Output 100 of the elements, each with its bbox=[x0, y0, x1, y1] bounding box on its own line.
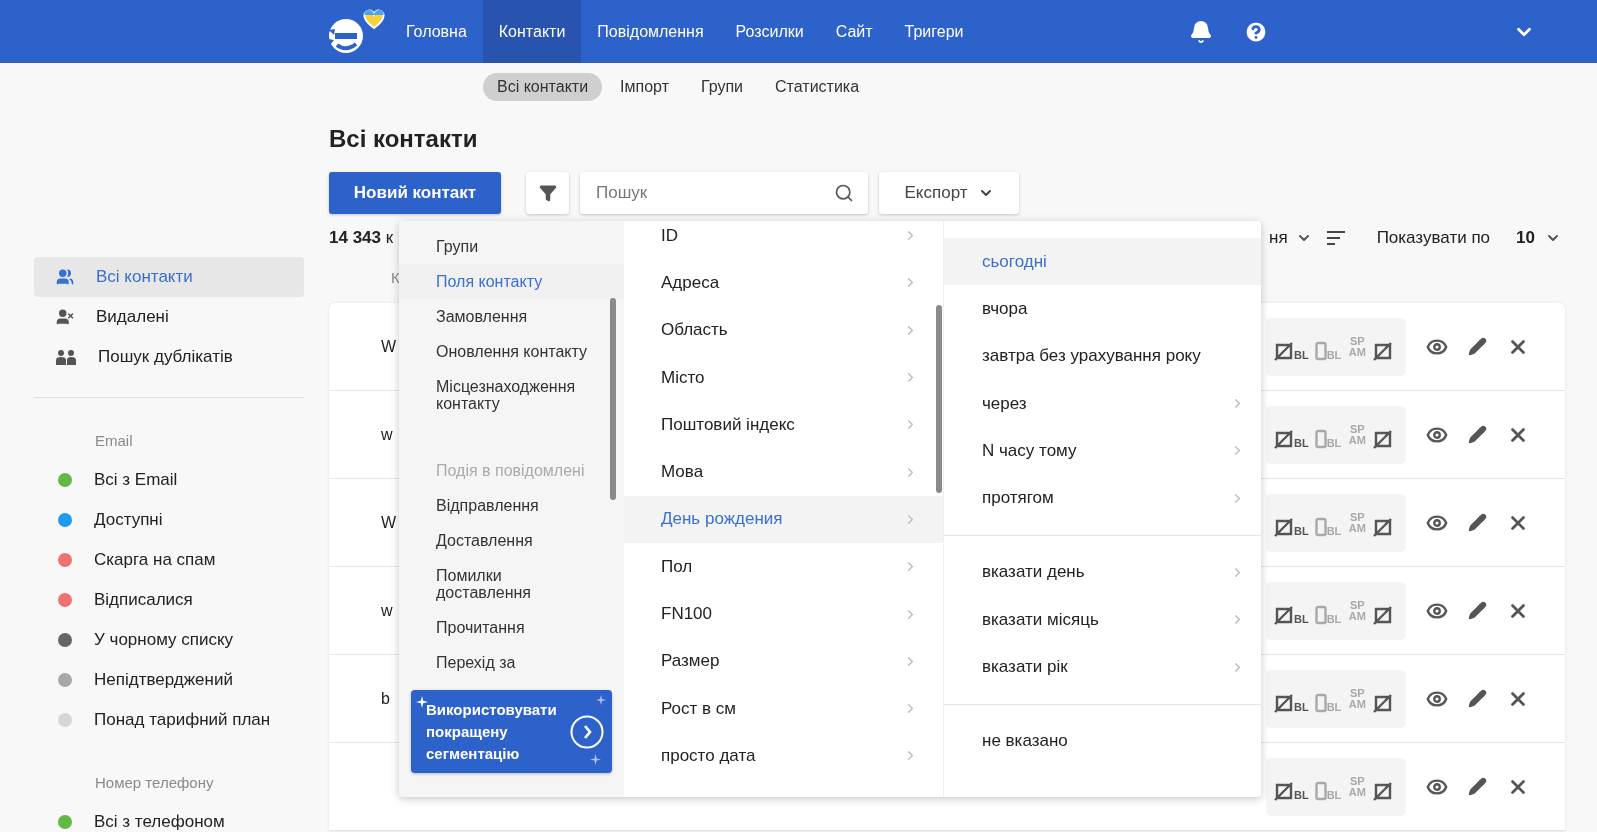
filter-icon bbox=[538, 184, 557, 202]
phone-icon bbox=[1314, 780, 1327, 801]
email-blacklist-toggle[interactable]: BL bbox=[1274, 684, 1309, 713]
field-item[interactable]: ID bbox=[624, 221, 943, 260]
category-item[interactable]: Помилки доставлення bbox=[399, 558, 624, 610]
column-header: К bbox=[391, 268, 400, 286]
subnav-tab[interactable]: Групи bbox=[686, 72, 758, 101]
edit-button[interactable] bbox=[1468, 689, 1487, 708]
table-cell: W bbox=[381, 337, 397, 356]
field-item[interactable]: Поштовий індекс bbox=[624, 401, 943, 449]
option-item[interactable]: протягом bbox=[944, 474, 1261, 522]
pencil-icon bbox=[1468, 513, 1487, 532]
email-blacklist-toggle[interactable]: BL bbox=[1274, 596, 1309, 625]
subnav-tab[interactable]: Імпорт bbox=[606, 72, 683, 101]
sidebar-heading: Номер телефону bbox=[94, 772, 215, 793]
option-item[interactable]: не вказано bbox=[944, 717, 1261, 765]
sidebar-item[interactable]: Доступні bbox=[34, 500, 304, 540]
nav-tab[interactable]: Розсилки bbox=[719, 0, 820, 63]
sidebar-item[interactable]: Відписалися bbox=[34, 580, 304, 620]
field-item[interactable]: FN100 bbox=[624, 590, 943, 638]
table-cell: w bbox=[381, 425, 393, 444]
chevron-right-icon[interactable] bbox=[570, 714, 604, 749]
contact-count: 14 343 к bbox=[329, 228, 394, 248]
option-item[interactable]: вказати місяць bbox=[944, 596, 1261, 644]
category-item[interactable]: Групи bbox=[399, 229, 624, 264]
option-item[interactable]: вчора bbox=[944, 285, 1261, 333]
option-item[interactable]: вказати рік bbox=[944, 643, 1261, 691]
option-item[interactable]: сьогодні bbox=[944, 238, 1261, 286]
field-item[interactable]: просто дата bbox=[624, 732, 943, 780]
sidebar-item[interactable]: Понад тарифний план bbox=[34, 700, 304, 740]
category-item[interactable]: Прочитання bbox=[399, 610, 624, 645]
field-item[interactable]: Мова bbox=[624, 448, 943, 496]
field-item[interactable]: Размер bbox=[624, 637, 943, 685]
scrollbar[interactable] bbox=[610, 298, 616, 500]
email-blacklist-toggle[interactable]: BL bbox=[1274, 420, 1309, 449]
user-remove-icon bbox=[56, 308, 74, 326]
category-heading: Подія в повідомлені bbox=[435, 461, 586, 481]
sidebar-item[interactable]: Всі з телефоном bbox=[34, 802, 304, 832]
email-blacklist-toggle[interactable]: BL bbox=[1274, 772, 1309, 801]
scrollbar[interactable] bbox=[936, 305, 942, 493]
sort-label: ня bbox=[1269, 228, 1288, 248]
sidebar-item[interactable]: Всі з Email bbox=[34, 460, 304, 500]
export-button[interactable]: Експорт bbox=[879, 172, 1019, 214]
subnav-tab[interactable]: Статистика bbox=[761, 72, 874, 101]
search-icon[interactable] bbox=[834, 183, 854, 203]
sparkle-icon bbox=[596, 695, 606, 705]
pencil-icon bbox=[1468, 689, 1487, 708]
per-page-label: Показувати по bbox=[1376, 228, 1491, 248]
field-item[interactable]: Рост в см bbox=[624, 684, 943, 733]
nav-tab[interactable]: Тригери bbox=[888, 0, 980, 63]
field-item[interactable]: Область bbox=[624, 306, 943, 354]
email-blacklist-toggle[interactable]: BL bbox=[1274, 508, 1309, 537]
option-item[interactable]: вказати день bbox=[944, 548, 1261, 597]
email-blacklist-toggle[interactable]: BL bbox=[1274, 332, 1309, 361]
nav-tab[interactable]: Контакти bbox=[482, 0, 582, 63]
new-contact-button[interactable]: Новий контакт bbox=[329, 172, 501, 214]
option-item[interactable]: N часу тому bbox=[944, 427, 1261, 475]
category-item[interactable]: Поля контакту bbox=[399, 264, 624, 299]
pencil-icon bbox=[1468, 337, 1487, 356]
logo bbox=[326, 7, 388, 56]
field-item[interactable]: Пол bbox=[624, 543, 943, 591]
edit-button[interactable] bbox=[1468, 777, 1487, 796]
per-page-select[interactable]: 10 bbox=[1516, 228, 1561, 248]
phone-icon bbox=[1314, 604, 1327, 625]
phone-icon bbox=[1314, 516, 1327, 537]
category-item[interactable]: Перехід за bbox=[399, 645, 624, 676]
edit-button[interactable] bbox=[1468, 425, 1487, 444]
category-item[interactable]: Оновлення контакту bbox=[399, 334, 624, 369]
category-item[interactable]: Доставлення bbox=[399, 523, 624, 558]
field-item[interactable]: День рождения bbox=[624, 495, 943, 544]
edit-button[interactable] bbox=[1468, 337, 1487, 356]
option-item[interactable]: через bbox=[944, 379, 1261, 428]
phone-icon bbox=[1314, 692, 1327, 713]
notification-bell-icon[interactable] bbox=[1189, 19, 1213, 44]
category-item[interactable]: Відправлення bbox=[399, 488, 624, 523]
nav-tab[interactable]: Повідомлення bbox=[581, 0, 720, 63]
sidebar-item[interactable]: Всі контакти bbox=[34, 257, 304, 297]
category-item[interactable]: Замовлення bbox=[399, 299, 624, 334]
sidebar-item[interactable]: Скарга на спам bbox=[34, 540, 304, 580]
edit-button[interactable] bbox=[1468, 513, 1487, 532]
nav-tab[interactable]: Головна bbox=[390, 0, 483, 63]
category-item[interactable]: Місцезнаходження контакту bbox=[399, 369, 624, 421]
sort-icon[interactable] bbox=[1326, 231, 1345, 245]
sidebar-heading: Email bbox=[94, 430, 134, 451]
sidebar-item[interactable]: Пошук дублікатів bbox=[34, 337, 304, 377]
filter-button[interactable] bbox=[526, 172, 569, 214]
nav-tab[interactable]: Сайт bbox=[819, 0, 889, 63]
field-item[interactable]: Місто bbox=[624, 353, 943, 402]
table-cell: W bbox=[381, 513, 397, 532]
option-item[interactable]: завтра без урахування року bbox=[944, 332, 1261, 380]
sidebar-item[interactable]: У чорному списку bbox=[34, 620, 304, 660]
segmentation-button[interactable]: Використовувати покращену сегментацію bbox=[411, 690, 612, 773]
pencil-icon bbox=[1468, 601, 1487, 620]
edit-button[interactable] bbox=[1468, 601, 1487, 620]
sidebar-item[interactable]: Видалені bbox=[34, 297, 304, 337]
field-item[interactable]: Адреса bbox=[624, 259, 943, 307]
sidebar-item[interactable]: Непідтверджений bbox=[34, 660, 304, 700]
users-icon bbox=[56, 268, 74, 286]
search-field[interactable]: Пошук bbox=[580, 172, 868, 214]
subnav-tab[interactable]: Всі контакти bbox=[483, 72, 603, 101]
